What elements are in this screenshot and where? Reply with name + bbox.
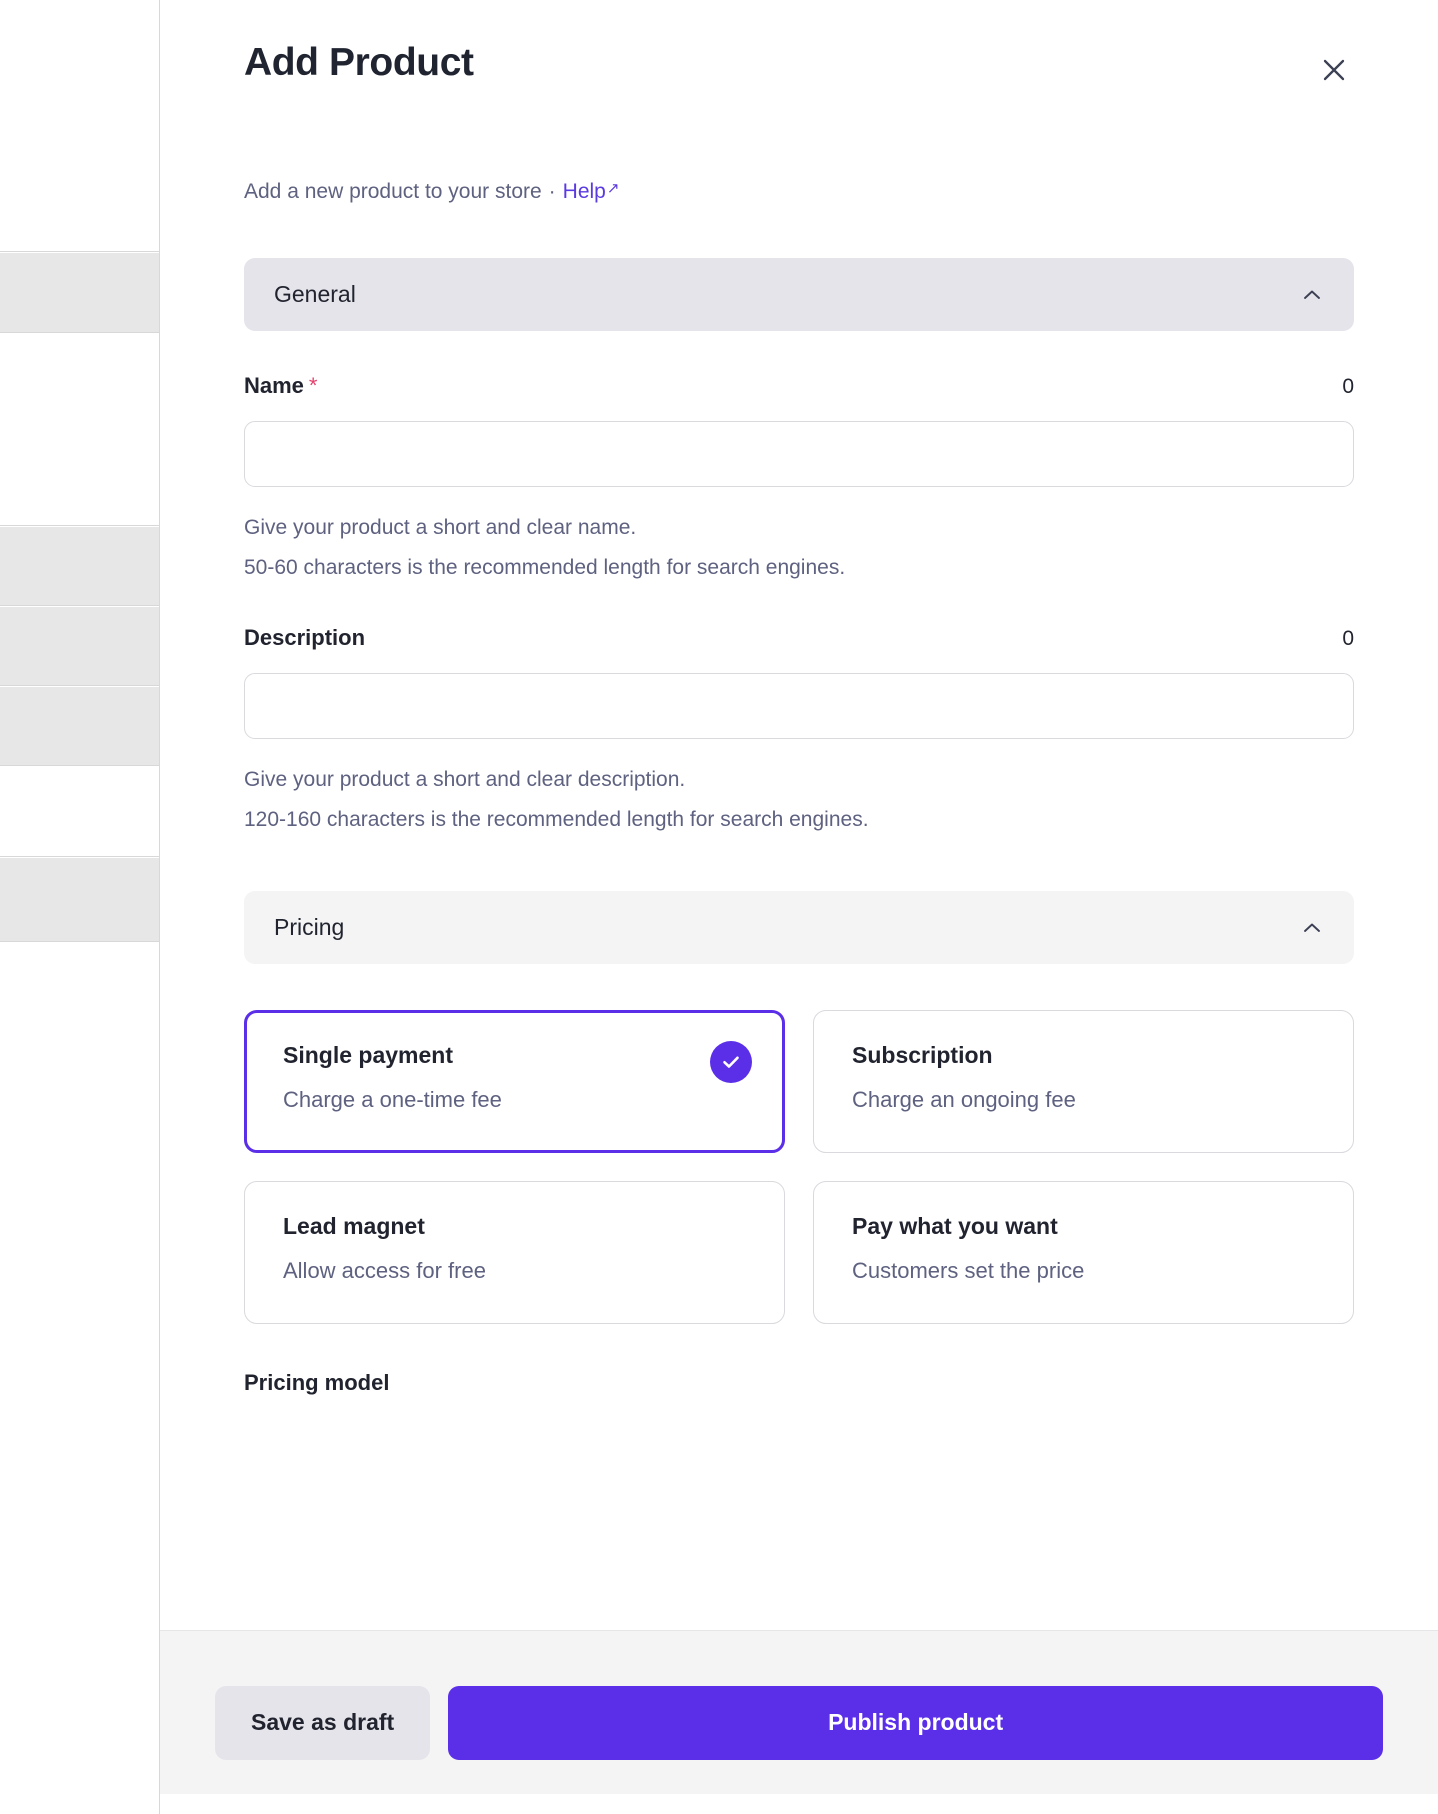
pricing-option-title: Subscription [852, 1042, 993, 1069]
help-link[interactable]: Help ↗ [563, 178, 620, 206]
pricing-option-pay-what-you-want[interactable]: Pay what you want Customers set the pric… [813, 1181, 1354, 1325]
add-product-drawer: Add Product Add a new product to your st… [160, 0, 1438, 1814]
check-icon [710, 1041, 752, 1084]
field-description-label-group: Description [244, 625, 365, 651]
drawer-scroll-area[interactable]: Add Product Add a new product to your st… [160, 0, 1438, 1430]
pricing-option-description: Charge a one-time fee [283, 1086, 502, 1112]
pricing-option-title: Single payment [283, 1042, 453, 1069]
drawer-subtitle: Add a new product to your store · Help ↗ [160, 178, 1438, 206]
backdrop-row [0, 858, 160, 942]
pricing-option-description: Allow access for free [283, 1257, 486, 1283]
field-description-char-count: 0 [1342, 627, 1354, 651]
field-name-label-row: Name * 0 [244, 373, 1354, 399]
page-backdrop [0, 0, 160, 1814]
save-as-draft-button[interactable]: Save as draft [215, 1685, 431, 1760]
footer-bottom-strip [160, 1794, 1438, 1814]
pricing-option-lead-magnet[interactable]: Lead magnet Allow access for free [244, 1181, 785, 1325]
field-name-helper-2: 50-60 characters is the recommended leng… [244, 555, 846, 579]
pricing-option-title: Pay what you want [852, 1213, 1058, 1240]
name-input[interactable] [244, 421, 1354, 488]
pricing-option-description: Customers set the price [852, 1257, 1085, 1283]
publish-product-button[interactable]: Publish product [448, 1685, 1383, 1760]
page-title: Add Product [244, 41, 474, 84]
backdrop-row [0, 607, 160, 686]
backdrop-row [0, 0, 160, 252]
section-title-general: General [274, 281, 356, 308]
field-description: Description 0 Give your product a short … [160, 625, 1438, 835]
chevron-up-icon [1300, 916, 1324, 940]
pricing-option-title: Lead magnet [283, 1213, 425, 1240]
field-description-label-row: Description 0 [244, 625, 1354, 651]
subtitle-text: Add a new product to your store [244, 180, 542, 203]
drawer-footer: Save as draft Publish product [160, 1630, 1438, 1814]
pricing-option-subscription[interactable]: Subscription Charge an ongoing fee [813, 1010, 1354, 1154]
backdrop-row [0, 767, 160, 857]
section-header-pricing[interactable]: Pricing [244, 891, 1354, 965]
backdrop-row [0, 334, 160, 526]
close-icon [1319, 55, 1349, 85]
close-button[interactable] [1312, 48, 1356, 92]
backdrop-row [0, 527, 160, 606]
field-name: Name * 0 Give your product a short and cl… [160, 373, 1438, 583]
help-link-label: Help [562, 180, 606, 203]
field-description-helper-1: Give your product a short and clear desc… [244, 768, 686, 792]
description-input[interactable] [244, 673, 1354, 740]
pricing-option-single-payment[interactable]: Single payment Charge a one-time fee [244, 1010, 785, 1154]
field-description-helper-2: 120-160 characters is the recommended le… [244, 807, 869, 831]
chevron-up-icon [1300, 283, 1324, 307]
field-name-label-group: Name * [244, 373, 317, 399]
section-title-pricing: Pricing [274, 914, 345, 941]
field-name-label: Name [244, 373, 304, 399]
section-header-general[interactable]: General [244, 258, 1354, 332]
drawer-header: Add Product [160, 0, 1438, 132]
backdrop-row [0, 687, 160, 766]
field-name-helper-1: Give your product a short and clear name… [244, 516, 637, 540]
pricing-model-label: Pricing model [244, 1370, 390, 1396]
pricing-option-description: Charge an ongoing fee [852, 1086, 1076, 1112]
backdrop-row [0, 253, 160, 333]
subtitle-separator: · [548, 180, 556, 203]
required-indicator: * [308, 373, 318, 399]
external-link-arrow-icon: ↗ [606, 180, 620, 197]
field-description-label: Description [244, 625, 366, 651]
pricing-option-grid: Single payment Charge a one-time fee Sub… [160, 1010, 1438, 1325]
field-name-char-count: 0 [1342, 375, 1354, 399]
